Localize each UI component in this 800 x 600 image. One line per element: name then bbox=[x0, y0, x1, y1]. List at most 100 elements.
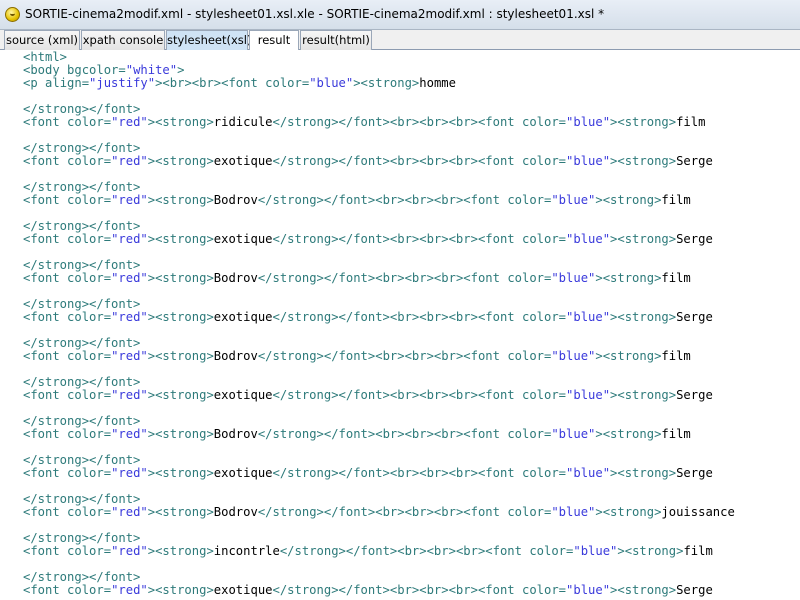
code-token: "red" bbox=[111, 388, 148, 402]
code-token: <font bbox=[23, 193, 68, 207]
code-token: "red" bbox=[111, 310, 148, 324]
code-token: </strong></font><br><br><br><font bbox=[257, 427, 508, 441]
tab-source-xml[interactable]: source (xml) bbox=[4, 30, 80, 50]
code-token: Bodrov bbox=[213, 349, 258, 363]
code-token: </strong></font> bbox=[23, 336, 141, 350]
code-line: <body bgcolor="white"> bbox=[23, 63, 184, 77]
code-token: </strong></font><br><br><br><font bbox=[257, 193, 508, 207]
code-token: "red" bbox=[111, 193, 148, 207]
code-line: <html> bbox=[23, 50, 67, 64]
code-token: "blue" bbox=[566, 466, 611, 480]
code-token: color= bbox=[67, 115, 112, 129]
tab-stylesheet-xsl[interactable]: stylesheet(xsl) bbox=[166, 30, 251, 50]
code-token: ><strong> bbox=[147, 583, 214, 597]
code-token: ><strong> bbox=[147, 115, 214, 129]
code-token: color= bbox=[507, 427, 552, 441]
code-token: color= bbox=[521, 310, 567, 324]
code-editor[interactable]: <html> <body bgcolor="white"> <p align="ju… bbox=[0, 50, 800, 600]
code-token: ><strong> bbox=[147, 505, 214, 519]
code-token: ><strong> bbox=[147, 232, 214, 246]
code-token: Bodrov bbox=[213, 271, 258, 285]
code-token: ><strong> bbox=[610, 466, 677, 480]
code-token: <font bbox=[23, 232, 68, 246]
code-line: <font color="red"><strong>exotique</stro… bbox=[23, 583, 713, 597]
code-token: ><strong> bbox=[617, 544, 684, 558]
code-token: </strong></font> bbox=[23, 453, 141, 467]
code-token: color= bbox=[507, 349, 552, 363]
code-token: </strong></font> bbox=[23, 297, 141, 311]
code-token: color= bbox=[67, 310, 112, 324]
code-token: ><strong> bbox=[147, 466, 214, 480]
code-token: film bbox=[661, 271, 691, 285]
code-token: <font bbox=[23, 466, 68, 480]
code-token: color= bbox=[507, 193, 552, 207]
code-token: color= bbox=[67, 544, 112, 558]
code-token: <font bbox=[23, 271, 68, 285]
code-token: Bodrov bbox=[213, 193, 258, 207]
code-token: </strong></font><br><br><br><font bbox=[272, 388, 522, 402]
code-line: <font color="red"><strong>exotique</stro… bbox=[23, 388, 713, 402]
code-token: Serge bbox=[676, 388, 713, 402]
code-line: <font color="red"><strong>Bodrov</strong… bbox=[23, 271, 691, 285]
code-line: <font color="red"><strong>incontrle</str… bbox=[23, 544, 713, 558]
code-line: </strong></font> bbox=[23, 258, 140, 272]
code-token: color= bbox=[67, 193, 112, 207]
code-line: <font color="red"><strong>exotique</stro… bbox=[23, 466, 713, 480]
code-token: ><strong> bbox=[595, 193, 662, 207]
code-token: color= bbox=[67, 388, 112, 402]
code-token: "blue" bbox=[566, 310, 611, 324]
code-token: color= bbox=[67, 505, 112, 519]
code-token: color= bbox=[67, 466, 112, 480]
code-token: "red" bbox=[111, 154, 148, 168]
code-token: "red" bbox=[111, 544, 148, 558]
code-line: <font color="red"><strong>ridicule</stro… bbox=[23, 115, 705, 129]
code-token: "justify" bbox=[89, 76, 156, 90]
code-token: color= bbox=[521, 115, 567, 129]
code-token: "blue" bbox=[551, 427, 596, 441]
code-token: ><strong> bbox=[595, 349, 662, 363]
code-token: color= bbox=[507, 271, 552, 285]
code-token: </strong></font><br><br><br><font bbox=[272, 583, 522, 597]
code-token: ><strong> bbox=[595, 271, 662, 285]
code-token: </strong></font> bbox=[23, 141, 141, 155]
code-token: film bbox=[683, 544, 713, 558]
code-token: film bbox=[676, 115, 706, 129]
code-token: "red" bbox=[111, 505, 148, 519]
code-token: </strong></font><br><br><br><font bbox=[257, 271, 508, 285]
code-token: exotique bbox=[213, 310, 273, 324]
tab-result[interactable]: result bbox=[249, 30, 299, 51]
code-token: "blue" bbox=[551, 505, 596, 519]
code-token: color= bbox=[67, 583, 112, 597]
code-token: </strong></font> bbox=[23, 492, 141, 506]
code-token: "red" bbox=[111, 466, 148, 480]
code-token: <font bbox=[23, 310, 68, 324]
code-token: "red" bbox=[111, 232, 148, 246]
code-token: ><strong> bbox=[147, 427, 214, 441]
code-token: <font bbox=[23, 505, 68, 519]
title-bar: SORTIE-cinema2modif.xml - stylesheet01.x… bbox=[0, 0, 800, 30]
code-token: </strong></font><br><br><br><font bbox=[272, 310, 522, 324]
code-token: homme bbox=[419, 76, 456, 90]
code-token: <font bbox=[23, 115, 68, 129]
code-token: exotique bbox=[213, 154, 273, 168]
code-token: ><strong> bbox=[595, 427, 662, 441]
tab-bar: source (xml) xpath console stylesheet(xs… bbox=[0, 30, 800, 51]
code-token: <p bbox=[23, 76, 46, 90]
code-token: <font bbox=[23, 583, 68, 597]
code-line: <font color="red"><strong>exotique</stro… bbox=[23, 154, 713, 168]
tab-result-html[interactable]: result(html) bbox=[300, 30, 372, 50]
code-line: </strong></font> bbox=[23, 180, 140, 194]
code-token: color= bbox=[67, 154, 112, 168]
code-token: color= bbox=[521, 583, 567, 597]
code-token: ><strong> bbox=[595, 505, 662, 519]
code-token: <html> bbox=[23, 50, 68, 64]
code-line: </strong></font> bbox=[23, 570, 140, 584]
code-line: </strong></font> bbox=[23, 102, 140, 116]
code-token: </strong></font><br><br><br><font bbox=[257, 505, 508, 519]
code-token: ><strong> bbox=[147, 154, 214, 168]
tab-xpath-console[interactable]: xpath console bbox=[81, 30, 165, 50]
code-token: <body bbox=[23, 63, 68, 77]
code-token: ><strong> bbox=[610, 154, 677, 168]
code-token: <font bbox=[23, 349, 68, 363]
code-token: </strong></font> bbox=[23, 180, 141, 194]
